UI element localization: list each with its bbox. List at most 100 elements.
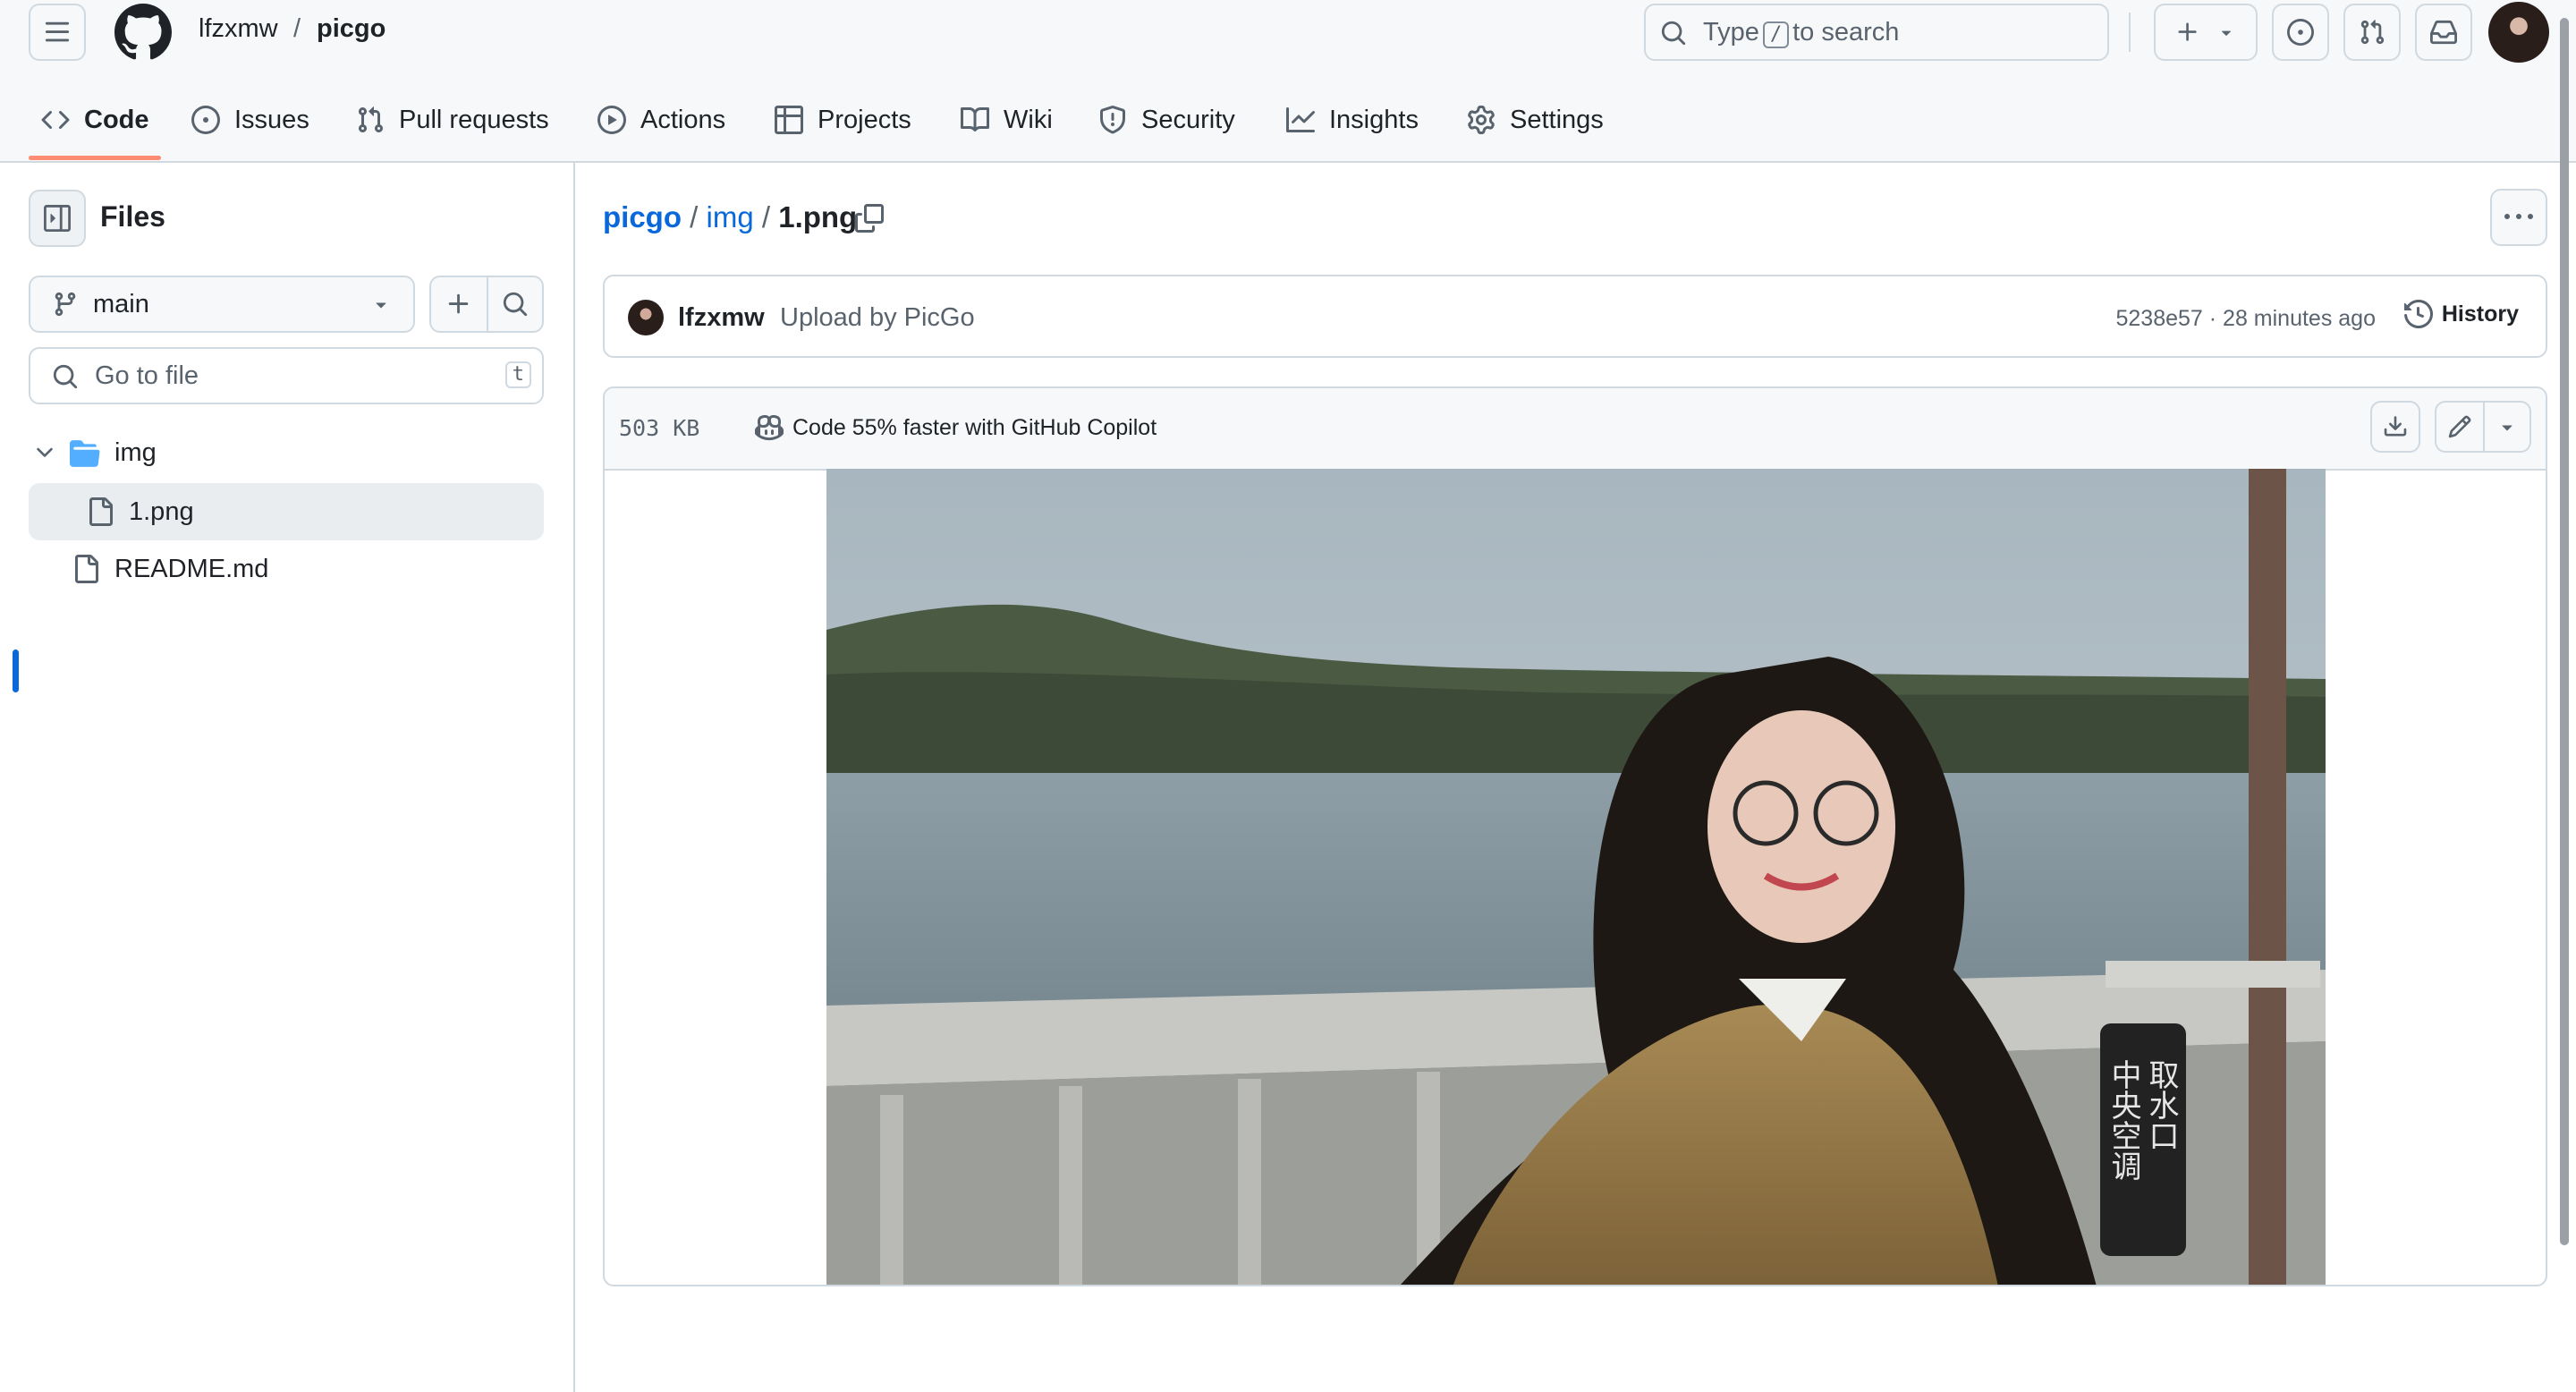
tab-issues-label: Issues (234, 105, 309, 134)
tab-wiki-label: Wiki (1004, 105, 1053, 134)
branch-select-button[interactable]: main (29, 276, 415, 333)
github-logo-icon[interactable] (114, 4, 172, 61)
sign-text-line2: 取水口 (2143, 1059, 2179, 1150)
book-icon (961, 106, 989, 132)
tab-wiki[interactable]: Wiki (961, 100, 1053, 140)
tab-actions[interactable]: Actions (597, 100, 725, 140)
more-options-button[interactable] (2490, 189, 2547, 246)
search-prefix: Type (1703, 18, 1759, 47)
page-scrollbar[interactable] (2560, 18, 2569, 1245)
copilot-promo-link[interactable]: Code 55% faster with GitHub Copilot (755, 413, 1157, 442)
commit-author[interactable]: lfzxmw (678, 303, 765, 333)
issues-button[interactable] (2272, 4, 2329, 61)
go-to-file-shortcut: t (504, 361, 531, 388)
file-header: 503 KB Code 55% faster with GitHub Copil… (605, 388, 2546, 471)
download-raw-button[interactable] (2370, 401, 2420, 453)
files-title: Files (100, 200, 165, 233)
menu-button[interactable] (29, 4, 86, 61)
graph-icon (1286, 107, 1315, 132)
commit-meta[interactable]: 5238e57 · 28 minutes ago (2116, 306, 2377, 332)
commit-author-avatar[interactable] (628, 300, 664, 335)
tab-code[interactable]: Code (41, 100, 149, 140)
play-icon (597, 106, 626, 134)
tab-security[interactable]: Security (1098, 100, 1235, 140)
git-pull-request-icon (358, 106, 384, 133)
add-file-button[interactable] (429, 276, 488, 333)
app-header: lfzxmw / picgo Type / to search Code Issue… (0, 0, 2576, 163)
history-label: History (2441, 301, 2519, 327)
breadcrumb-separator: / (293, 14, 301, 43)
table-icon (775, 106, 803, 134)
tab-projects[interactable]: Projects (775, 100, 911, 140)
copy-path-icon[interactable] (855, 204, 884, 233)
branch-name: main (93, 289, 149, 318)
tab-code-label: Code (84, 105, 149, 134)
tab-pull-requests-label: Pull requests (399, 105, 549, 134)
issue-opened-icon (191, 106, 220, 134)
breadcrumb-repo[interactable]: picgo (317, 14, 386, 44)
path-folder-link[interactable]: img (707, 200, 754, 233)
user-avatar[interactable] (2488, 2, 2549, 63)
search-suffix: to search (1792, 18, 1900, 47)
tree-file-readme[interactable]: README.md (29, 540, 544, 598)
history-button[interactable]: History (2403, 300, 2519, 328)
collapse-sidebar-button[interactable] (29, 190, 86, 247)
file-path-breadcrumb: picgo / img / 1.png (603, 200, 857, 234)
go-to-file-input[interactable]: Go to file t (29, 347, 544, 404)
create-new-button[interactable] (2154, 4, 2258, 61)
plus-icon (2178, 22, 2197, 41)
commit-message[interactable]: Upload by PicGo (780, 303, 975, 333)
tab-insights[interactable]: Insights (1286, 100, 1419, 140)
tab-settings[interactable]: Settings (1467, 100, 1604, 140)
tab-pull-requests[interactable]: Pull requests (356, 100, 549, 140)
plus-icon (448, 293, 469, 314)
tree-file-1png[interactable]: 1.png (29, 483, 544, 540)
search-icon (503, 292, 528, 317)
tree-file-label: 1.png (129, 497, 194, 526)
tab-security-label: Security (1141, 105, 1235, 134)
folder-open-icon (70, 440, 100, 467)
code-icon (41, 110, 70, 130)
tab-settings-label: Settings (1510, 105, 1604, 134)
triangle-down-icon (2221, 30, 2232, 36)
file-tree-sidebar: Files main Go to file t img 1.png README… (0, 161, 575, 1392)
search-files-button[interactable] (487, 276, 544, 333)
triangle-down-icon (2502, 425, 2512, 431)
edit-file-button[interactable] (2435, 401, 2485, 453)
git-pull-request-icon (2360, 20, 2385, 45)
selected-file-indicator (13, 649, 19, 692)
tree-file-label: README.md (114, 555, 269, 583)
tree-folder-label: img (114, 438, 157, 467)
file-icon (89, 497, 113, 526)
file-icon (75, 555, 98, 583)
triangle-down-icon (376, 302, 386, 309)
path-separator: / (761, 200, 771, 233)
tab-issues[interactable]: Issues (191, 100, 309, 140)
pull-requests-button[interactable] (2343, 4, 2401, 61)
copilot-promo-label: Code 55% faster with GitHub Copilot (792, 414, 1157, 440)
chevron-down-icon (37, 447, 53, 457)
history-icon (2403, 300, 2433, 328)
inbox-button[interactable] (2415, 4, 2472, 61)
edit-options-button[interactable] (2483, 401, 2531, 453)
search-icon (1661, 21, 1686, 46)
path-repo-link[interactable]: picgo (603, 200, 682, 233)
image-preview-graphic: 中央空调 取水口 (826, 469, 2326, 1285)
tab-insights-label: Insights (1329, 105, 1419, 134)
git-branch-icon (55, 292, 76, 317)
image-preview: 中央空调 取水口 (826, 469, 2326, 1285)
pencil-icon (2448, 415, 2471, 438)
go-to-file-placeholder: Go to file (95, 361, 199, 390)
shield-icon (1100, 106, 1125, 134)
file-viewer: 503 KB Code 55% faster with GitHub Copil… (603, 386, 2547, 1286)
kebab-horizontal-icon (2504, 214, 2533, 219)
download-icon (2384, 416, 2407, 437)
tab-actions-label: Actions (640, 105, 726, 134)
inbox-icon (2430, 20, 2457, 45)
tree-folder-img[interactable]: img (29, 424, 544, 481)
breadcrumb-owner[interactable]: lfzxmw (199, 14, 278, 44)
search-shortcut-key: / (1762, 21, 1790, 48)
search-input[interactable]: Type / to search (1644, 4, 2109, 61)
path-file-name: 1.png (778, 200, 858, 233)
sign-text-line1: 中央空调 (2106, 1059, 2141, 1181)
